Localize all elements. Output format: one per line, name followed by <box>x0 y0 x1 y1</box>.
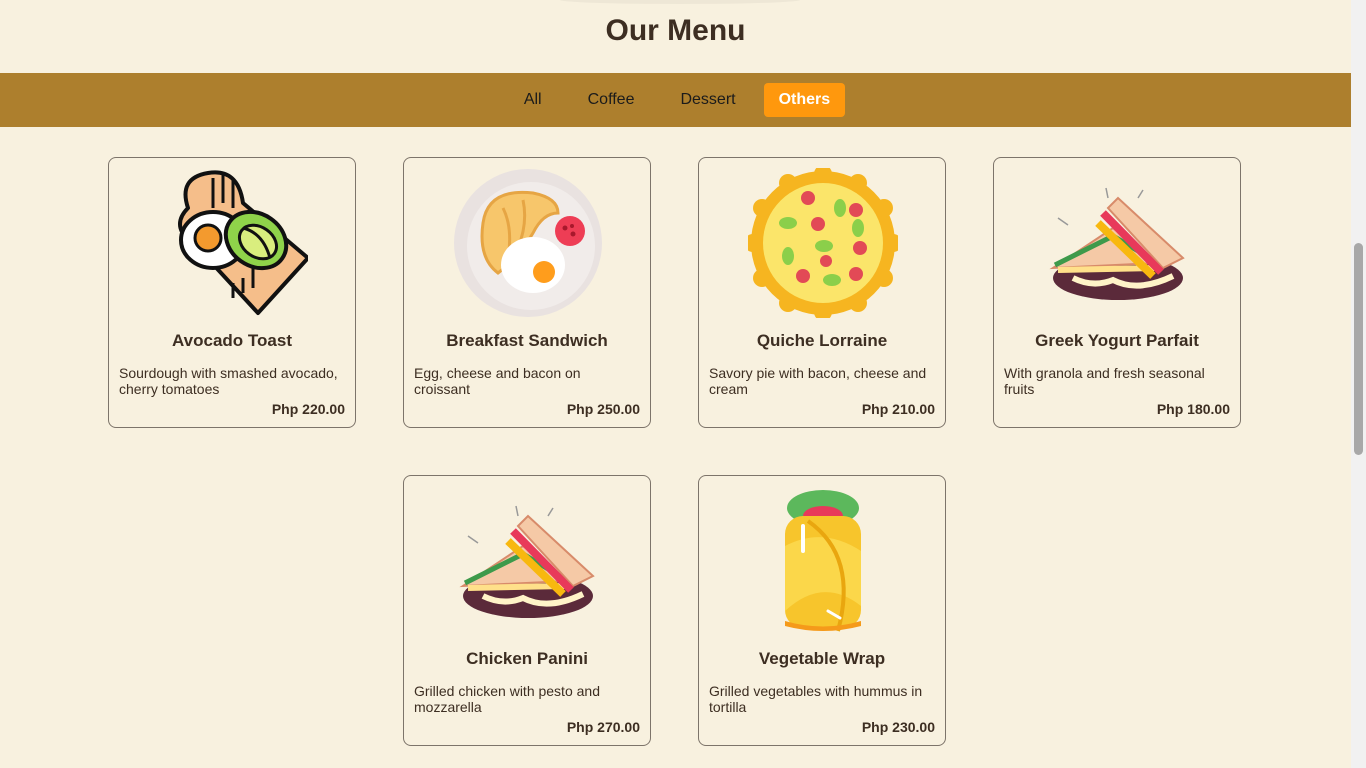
item-description: Grilled chicken with pesto and mozzarell… <box>414 683 640 735</box>
item-description-text: With granola and fresh seasonal fruits <box>1004 365 1205 397</box>
tab-all[interactable]: All <box>506 83 560 117</box>
sandwich-icon <box>453 486 603 636</box>
item-name: Greek Yogurt Parfait <box>1035 331 1199 350</box>
item-description: With granola and fresh seasonal fruits P… <box>1004 365 1230 417</box>
item-description-text: Savory pie with bacon, cheese and cream <box>709 365 927 397</box>
sandwich-icon <box>1043 168 1193 318</box>
burrito-icon <box>748 486 898 636</box>
item-name: Vegetable Wrap <box>758 649 886 668</box>
header-shadow <box>560 0 800 4</box>
menu-card-quiche-lorraine[interactable]: Quiche Lorraine Savory pie with bacon, c… <box>698 157 946 428</box>
item-description: Savory pie with bacon, cheese and cream … <box>709 365 935 417</box>
item-name: Breakfast Sandwich <box>446 331 608 350</box>
item-description-text: Grilled chicken with pesto and mozzarell… <box>414 683 600 715</box>
item-name: Chicken Panini <box>466 649 588 668</box>
item-price: Php 210.00 <box>861 401 935 417</box>
item-name: Quiche Lorraine <box>756 331 888 350</box>
item-description: Egg, cheese and bacon on croissant Php 2… <box>414 365 640 417</box>
item-price: Php 220.00 <box>271 401 345 417</box>
item-price: Php 180.00 <box>1156 401 1230 417</box>
menu-card-chicken-panini[interactable]: Chicken Panini Grilled chicken with pest… <box>403 475 651 746</box>
category-nav: All Coffee Dessert Others <box>0 73 1351 127</box>
pie-icon <box>748 168 898 318</box>
menu-card-vegetable-wrap[interactable]: Vegetable Wrap Grilled vegetables with h… <box>698 475 946 746</box>
scrollbar-thumb[interactable] <box>1354 243 1363 455</box>
tab-coffee[interactable]: Coffee <box>570 83 653 117</box>
menu-card-avocado-toast[interactable]: Avocado Toast Sourdough with smashed avo… <box>108 157 356 428</box>
page-title: Our Menu <box>605 14 746 47</box>
scrollbar[interactable] <box>1351 0 1366 768</box>
item-price: Php 250.00 <box>566 401 640 417</box>
item-name: Avocado Toast <box>172 331 292 350</box>
avocado-toast-icon <box>158 168 308 318</box>
tab-others[interactable]: Others <box>763 83 846 117</box>
croissant-plate-icon <box>453 168 603 318</box>
item-description: Grilled vegetables with hummus in tortil… <box>709 683 935 735</box>
menu-card-breakfast-sandwich[interactable]: Breakfast Sandwich Egg, cheese and bacon… <box>403 157 651 428</box>
item-description-text: Sourdough with smashed avocado, cherry t… <box>119 365 338 397</box>
item-description: Sourdough with smashed avocado, cherry t… <box>119 365 345 417</box>
tab-dessert[interactable]: Dessert <box>662 83 753 117</box>
item-price: Php 230.00 <box>861 719 935 735</box>
item-description-text: Egg, cheese and bacon on croissant <box>414 365 581 397</box>
item-price: Php 270.00 <box>566 719 640 735</box>
menu-card-greek-yogurt-parfait[interactable]: Greek Yogurt Parfait With granola and fr… <box>993 157 1241 428</box>
item-description-text: Grilled vegetables with hummus in tortil… <box>709 683 923 715</box>
